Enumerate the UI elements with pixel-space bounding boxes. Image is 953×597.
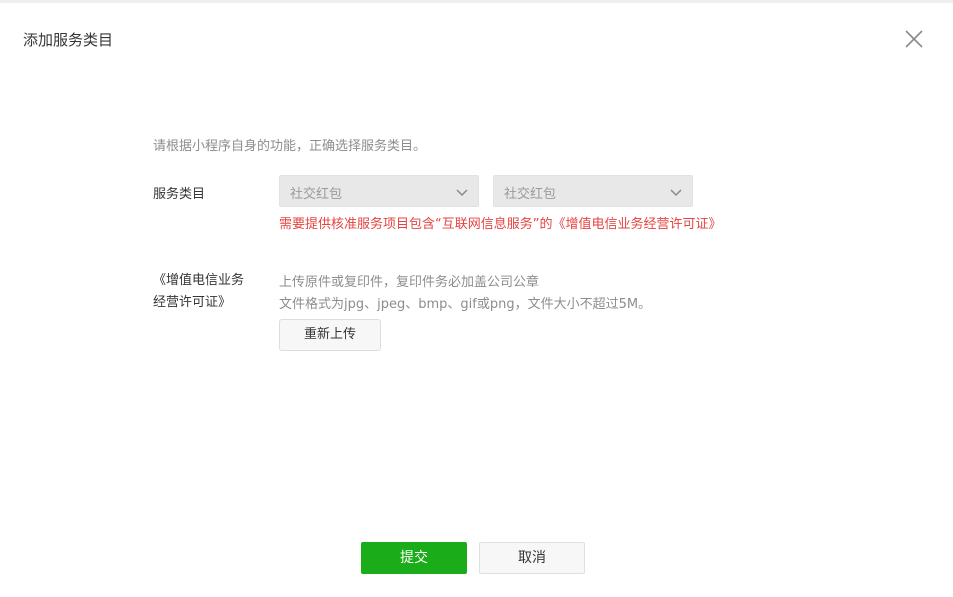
chevron-down-icon [669, 184, 683, 198]
form-hint: 请根据小程序自身的功能，正确选择服务类目。 [153, 139, 427, 154]
close-icon [902, 27, 926, 51]
reupload-button[interactable]: 重新上传 [279, 319, 381, 351]
dialog-title: 添加服务类目 [23, 31, 114, 49]
upload-instruction: 上传原件或复印件，复印件务必加盖公司公章 [279, 275, 540, 290]
top-divider [0, 0, 953, 3]
category-select-primary-value: 社交红包 [290, 187, 343, 202]
file-format-note: 文件格式为jpg、jpeg、bmp、gif或png，文件大小不超过5M。 [279, 297, 652, 312]
category-select-secondary-value: 社交红包 [504, 187, 557, 202]
category-select-secondary[interactable]: 社交红包 [493, 175, 693, 207]
cancel-button[interactable]: 取消 [479, 542, 585, 574]
license-label: 《增值电信业务经营许可证》 [153, 273, 245, 310]
license-requirement-warning: 需要提供核准服务项目包含“互联网信息服务”的《增值电信业务经营许可证》 [279, 217, 722, 232]
chevron-down-icon [455, 184, 469, 198]
service-category-label: 服务类目 [153, 187, 206, 202]
close-button[interactable] [902, 27, 926, 51]
submit-button[interactable]: 提交 [361, 542, 467, 574]
category-select-primary[interactable]: 社交红包 [279, 175, 479, 207]
